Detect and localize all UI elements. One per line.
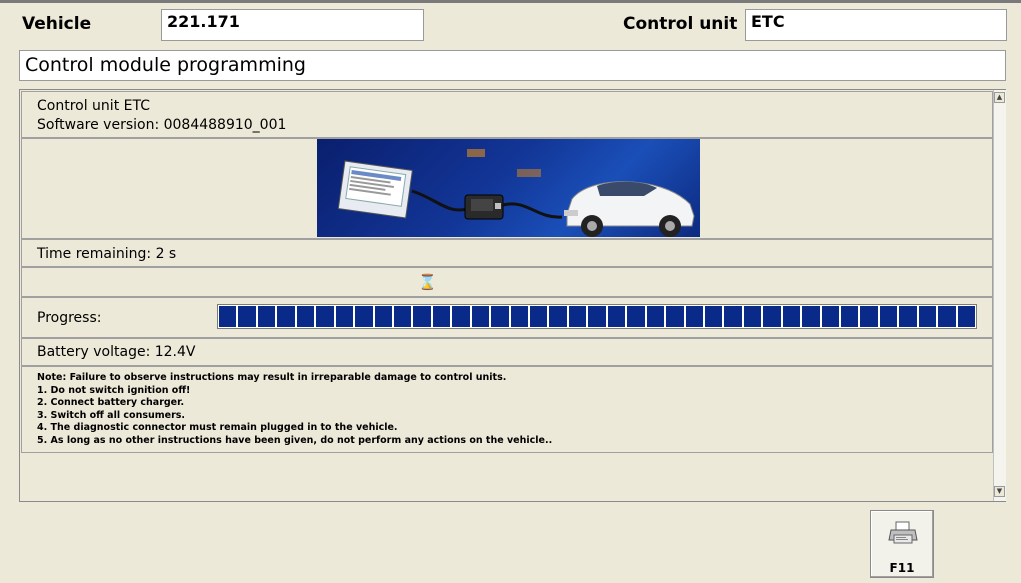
progress-block (355, 306, 373, 327)
progress-block (219, 306, 237, 327)
scroll-down-button[interactable]: ▼ (994, 486, 1005, 497)
progress-block (743, 306, 762, 327)
control-unit-info: Control unit ETC (37, 98, 150, 114)
notes-section: Note: Failure to observe instructions ma… (21, 366, 993, 453)
progress-block (530, 306, 548, 327)
progress-block (549, 306, 567, 327)
print-button[interactable]: F11 (870, 510, 934, 578)
banner-illustration (337, 149, 695, 237)
diagnostic-banner-image (317, 139, 700, 237)
vertical-scrollbar[interactable]: ▲ ▼ (993, 90, 1006, 501)
progress-block (860, 306, 878, 327)
progress-block (491, 306, 509, 327)
battery-voltage-text: Battery voltage: 12.4V (37, 344, 196, 360)
progress-block (802, 306, 820, 327)
progress-block (938, 306, 956, 327)
progress-block (685, 306, 703, 327)
progress-section: Progress: (21, 297, 993, 338)
progress-block (238, 306, 256, 327)
software-version: Software version: 0084488910_001 (37, 117, 287, 133)
progress-block (393, 306, 412, 327)
progress-block (257, 306, 276, 327)
progress-block (568, 306, 587, 327)
progress-label: Progress: (37, 310, 102, 326)
progress-block (879, 306, 898, 327)
control-unit-field[interactable]: ETC (745, 9, 1007, 41)
progress-block (277, 306, 295, 327)
hourglass-icon: ⌛ (418, 273, 437, 291)
note-line: 5. As long as no other instructions have… (37, 434, 553, 446)
progress-block (646, 306, 665, 327)
control-unit-info-section: Control unit ETC Software version: 00844… (21, 91, 993, 138)
window-top-border (0, 0, 1021, 3)
progress-block (763, 306, 781, 327)
progress-block (918, 306, 937, 327)
progress-block (452, 306, 470, 327)
progress-block (607, 306, 626, 327)
progress-block (957, 306, 976, 327)
note-line: 1. Do not switch ignition off! (37, 384, 191, 396)
notes-text: Note: Failure to observe instructions ma… (37, 372, 552, 447)
printer-icon (888, 521, 918, 544)
progress-block (296, 306, 315, 327)
progress-block (666, 306, 684, 327)
battery-section: Battery voltage: 12.4V (21, 338, 993, 366)
note-line: 2. Connect battery charger. (37, 397, 185, 408)
progress-block (471, 306, 490, 327)
progress-block (627, 306, 645, 327)
progress-block (316, 306, 334, 327)
print-button-label: F11 (889, 561, 915, 575)
note-line: Note: Failure to observe instructions ma… (37, 372, 507, 383)
progress-block (899, 306, 917, 327)
time-remaining-text: Time remaining: 2 s (37, 246, 177, 262)
progress-block (510, 306, 528, 327)
progress-bar (217, 304, 977, 329)
progress-block (432, 306, 451, 327)
progress-block (724, 306, 742, 327)
vehicle-field[interactable]: 221.171 (161, 9, 424, 41)
note-line: 4. The diagnostic connector must remain … (37, 422, 398, 433)
vehicle-label: Vehicle (22, 14, 92, 34)
progress-block (588, 306, 606, 327)
progress-block (413, 306, 431, 327)
page-title: Control module programming (19, 50, 1006, 81)
note-line: 3. Switch off all consumers. (37, 409, 186, 421)
progress-block (374, 306, 392, 327)
progress-block (335, 306, 354, 327)
control-unit-label: Control unit (623, 14, 738, 34)
banner-section (21, 138, 993, 239)
scroll-up-button[interactable]: ▲ (994, 92, 1005, 103)
status-section: ⌛ (21, 267, 993, 297)
progress-block (704, 306, 723, 327)
progress-block (821, 306, 839, 327)
time-remaining-section: Time remaining: 2 s (21, 239, 993, 267)
progress-block (841, 306, 859, 327)
progress-block (782, 306, 801, 327)
programming-panel: Control unit ETC Software version: 00844… (19, 89, 1006, 502)
